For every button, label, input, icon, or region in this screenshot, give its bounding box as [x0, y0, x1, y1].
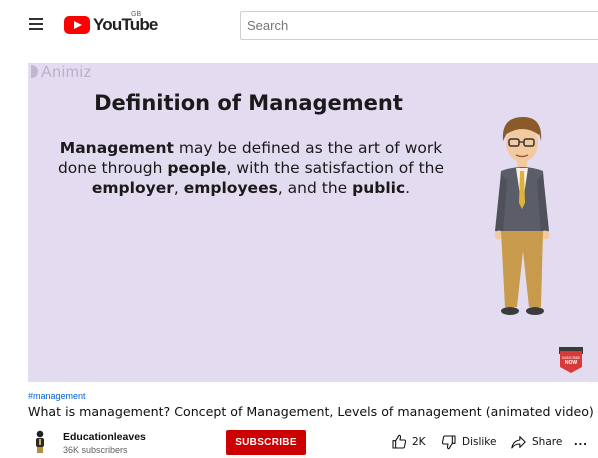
thumbs-up-icon — [392, 434, 407, 449]
search-input[interactable] — [240, 11, 598, 40]
subscriber-count: 36K subscribers — [63, 445, 128, 455]
share-button[interactable]: Share — [510, 432, 562, 452]
like-button[interactable]: 2K — [391, 432, 426, 452]
share-arrow-icon — [511, 436, 526, 449]
video-title: What is management? Concept of Managemen… — [28, 404, 594, 419]
thumbs-down-icon — [441, 435, 456, 450]
cartoon-man-illustration — [494, 117, 550, 315]
channel-avatar[interactable] — [33, 430, 47, 454]
menu-icon[interactable] — [26, 16, 46, 32]
hashtag-link[interactable]: #management — [28, 391, 86, 401]
slide-body: Management may be defined as the art of … — [57, 139, 445, 197]
country-code: GB — [131, 11, 142, 18]
watermark-text: Animiz — [41, 64, 93, 81]
video-player[interactable]: Animiz Definition of Management Manageme… — [28, 63, 598, 382]
dislike-button[interactable]: Dislike — [441, 432, 496, 452]
subscribe-now-badge-icon: SUBSCRIBE NOW — [559, 347, 583, 373]
logo-text: YouTube — [93, 15, 158, 34]
animiz-watermark: Animiz — [31, 64, 92, 82]
masthead: YouTube GB — [0, 0, 598, 50]
slide-title: Definition of Management — [94, 91, 403, 115]
subscribe-button[interactable]: SUBSCRIBE — [226, 430, 306, 455]
svg-text:NOW: NOW — [565, 360, 578, 366]
more-dots-icon[interactable]: ... — [574, 433, 588, 448]
youtube-logo-icon — [64, 16, 90, 34]
youtube-logo[interactable]: YouTube — [64, 14, 158, 36]
like-count: 2K — [412, 436, 426, 448]
dislike-label: Dislike — [462, 436, 497, 448]
share-label: Share — [532, 436, 563, 448]
channel-name[interactable]: Educationleaves — [63, 431, 146, 443]
